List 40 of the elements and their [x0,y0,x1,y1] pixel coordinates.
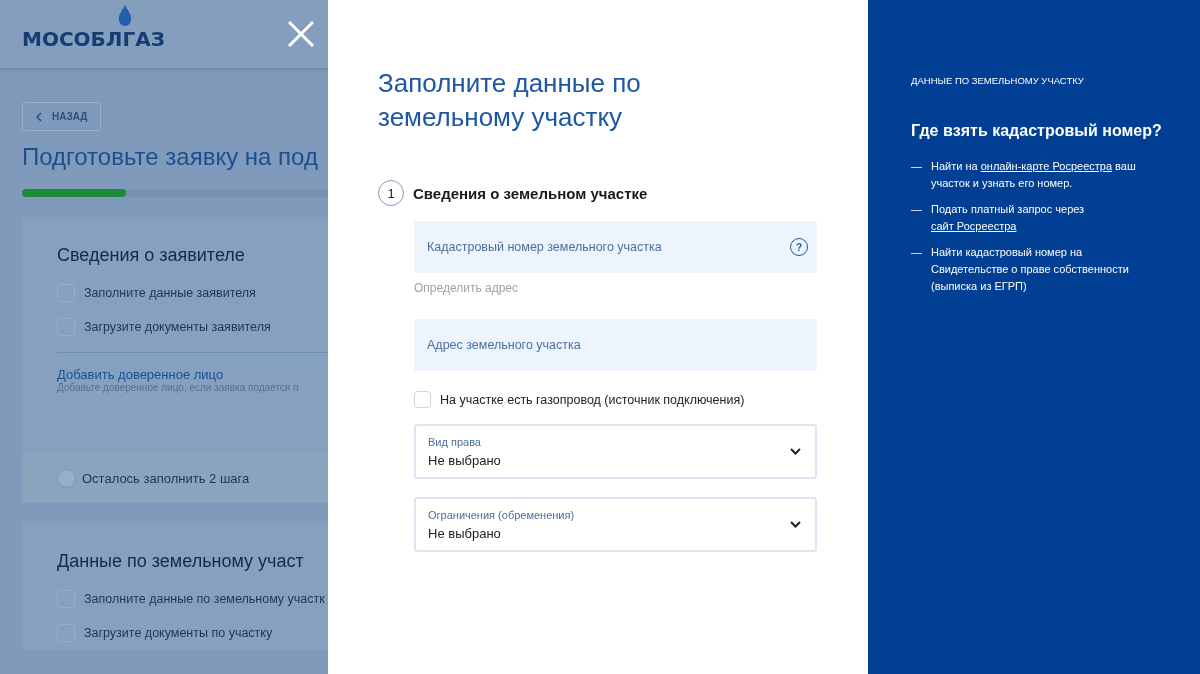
help-item-text: Найти на онлайн-карте Росреестра ваш участок и узнать его номер. [931,159,1136,191]
select-label: Вид права [428,435,482,448]
select-label: Ограничения (обременения) [428,508,575,521]
link[interactable]: сайт Росреестра [931,220,1017,232]
dash: — [911,159,922,174]
chevron-down-icon [790,448,801,455]
dash: — [911,245,922,260]
link[interactable]: онлайн-карте Росреестра [980,160,1113,172]
help-item-text: Подать платный запрос через сайт Росреестра [931,202,1086,234]
panel-title: Где взять кадастровый номер? [911,122,1163,140]
section-title: Сведения о заявителе [57,245,246,266]
page-title: Подготовьте заявку на под [22,143,319,171]
section-title: Данные по земельному участ [57,551,305,572]
dialog-title: Заполните данные по земельному участку [378,67,642,134]
dash: — [911,202,922,217]
close-icon[interactable] [288,21,314,47]
status-circle-icon [57,468,76,488]
panel-eyebrow: ДАННЫЕ ПО ЗЕМЕЛЬНОМУ УЧАСТКУ [911,75,1085,86]
logo[interactable]: МОСОБЛГАЗ [22,27,165,51]
select-field[interactable]: Ограничения (обременения) Не выбрано [414,497,817,552]
chevron-down-icon [790,521,801,528]
task-label: Заполните данные по земельному участк [84,592,325,606]
input-field[interactable]: Адрес земельного участка [414,319,817,371]
select-field[interactable]: Вид права Не выбрано [414,424,817,479]
input-field[interactable]: Кадастровый номер земельного участка ? [414,221,817,273]
task-label: Загрузите документы по участку [84,626,273,640]
status-text: Осталось заполнить 2 шага [82,470,250,486]
chevron-left-icon [36,111,42,122]
flame-icon [118,5,132,27]
select-value: Не выбрано [428,452,501,468]
field-placeholder: Адрес земельного участка [427,338,581,352]
help-item-text: Найти кадастровый номер на Свидетельстве о праве собственности (выписка из ЕГРП) [931,245,1130,294]
task-label: Загрузите документы заявителя [84,320,271,334]
checkbox[interactable] [414,391,431,408]
task-label: Заполните данные заявителя [84,286,256,300]
field-hint: Определить адрес [414,281,519,295]
select-value: Не выбрано [428,525,502,541]
step-title: Сведения о земельном участке [413,184,648,202]
field-placeholder: Кадастровый номер земельного участка [427,240,662,254]
checkbox-label: На участке есть газопровод (источник подключения) [440,392,745,407]
